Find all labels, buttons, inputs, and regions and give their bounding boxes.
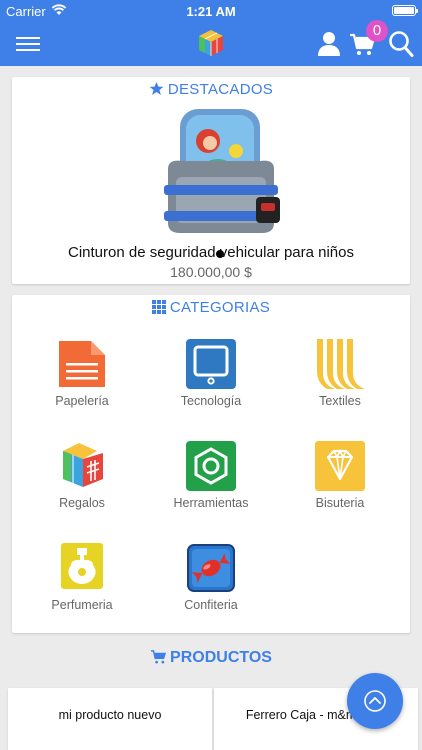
category-label: Papelería xyxy=(55,394,109,408)
nut-icon xyxy=(186,441,236,491)
category-regalos[interactable]: Regalos xyxy=(16,441,148,521)
featured-title: DESTACADOS xyxy=(12,81,410,98)
logo-cube-icon[interactable] xyxy=(196,28,226,58)
monitor-icon xyxy=(186,339,236,389)
menu-icon[interactable] xyxy=(16,33,40,55)
grid-icon xyxy=(151,300,166,314)
featured-card: DESTACADOS Cinturon de seguridad vehicul… xyxy=(12,77,410,284)
clock: 1:21 AM xyxy=(186,4,236,19)
category-perfumeria[interactable]: Perfumeria xyxy=(16,543,148,623)
product-card[interactable]: mi producto nuevo xyxy=(8,688,212,750)
category-label: Bisuteria xyxy=(315,496,365,510)
category-confiteria[interactable]: Confiteria xyxy=(145,543,277,623)
category-tecnologia[interactable]: Tecnología xyxy=(145,339,277,419)
category-label: Regalos xyxy=(59,496,105,510)
category-label: Textiles xyxy=(319,394,361,408)
category-papeleria[interactable]: Papelería xyxy=(16,339,148,419)
categories-title: CATEGORIAS xyxy=(12,299,410,316)
cart-count-badge: 0 xyxy=(366,20,388,42)
chevron-up-circle-icon xyxy=(364,690,386,712)
category-label: Herramientas xyxy=(173,496,249,510)
user-icon[interactable] xyxy=(317,31,341,57)
star-icon xyxy=(149,81,164,95)
category-label: Tecnología xyxy=(180,394,242,408)
category-herramientas[interactable]: Herramientas xyxy=(145,441,277,521)
cart-icon xyxy=(151,650,167,664)
featured-product-price: 180.000,00 $ xyxy=(170,264,252,280)
category-label: Confiteria xyxy=(184,598,238,612)
battery-icon xyxy=(392,5,418,16)
category-label: Perfumeria xyxy=(51,598,113,612)
diamond-icon xyxy=(315,441,365,491)
featured-product-name[interactable]: Cinturon de seguridad vehicular para niñ… xyxy=(12,244,410,261)
products-title: PRODUCTOS xyxy=(0,649,422,667)
document-icon xyxy=(59,341,105,387)
product-name: mi producto nuevo xyxy=(58,708,162,722)
featured-product-image[interactable] xyxy=(158,107,284,245)
navbar: 0 xyxy=(0,20,422,66)
gift-cube-icon xyxy=(63,443,103,487)
category-bisuteria[interactable]: Bisuteria xyxy=(274,441,406,521)
textile-icon xyxy=(317,339,365,389)
categories-card: CATEGORIAS Papelería Tecnología Textiles xyxy=(12,295,410,633)
candy-icon xyxy=(187,544,235,592)
scroll-top-button[interactable] xyxy=(347,673,403,729)
status-bar: Carrier 1:21 AM xyxy=(0,0,422,22)
perfume-icon xyxy=(61,543,103,589)
search-icon[interactable] xyxy=(388,30,414,58)
category-textiles[interactable]: Textiles xyxy=(274,339,406,419)
